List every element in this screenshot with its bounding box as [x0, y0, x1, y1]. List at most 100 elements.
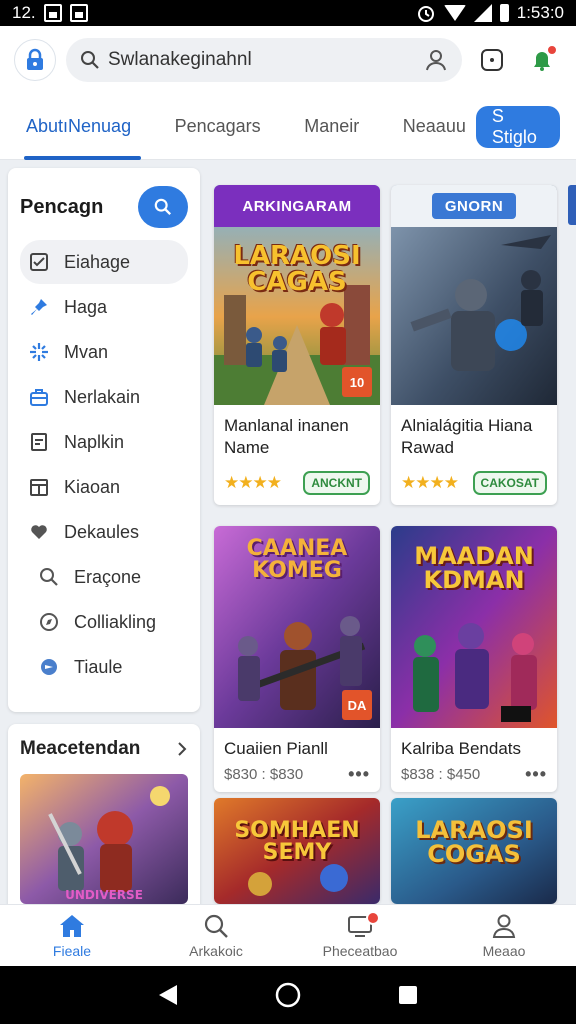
- status-clock: 1:53:0: [516, 3, 564, 22]
- nav-profile[interactable]: Meaao: [432, 905, 576, 966]
- category-item[interactable]: Haga: [20, 285, 188, 329]
- more-icon[interactable]: •••: [348, 764, 370, 785]
- game-name: Cuaiien Pianll: [224, 739, 328, 758]
- search-icon: [81, 51, 99, 69]
- notification-badge: [546, 44, 558, 56]
- tab-2[interactable]: Maneir: [294, 94, 369, 160]
- category-item[interactable]: Kiaoan: [20, 465, 188, 509]
- ribbon-icon: [38, 656, 60, 678]
- game-banner: GNORN: [432, 193, 516, 219]
- game-art-title: SOMHAEN SEMY: [234, 818, 360, 865]
- heart-icon: [28, 521, 50, 543]
- game-art: CAANEA KOMEG DA: [214, 526, 380, 728]
- category-label: Kiaoan: [64, 476, 121, 497]
- rating-stars: ★★★★: [401, 473, 459, 492]
- recents-icon[interactable]: [397, 984, 419, 1006]
- category-item[interactable]: Colliakling: [20, 600, 188, 644]
- game-art: MAADAN KDMAN: [391, 526, 557, 728]
- game-card[interactable]: SOMHAEN SEMY: [214, 798, 380, 904]
- category-label: Eiahage: [64, 251, 131, 272]
- notification-button[interactable]: [522, 40, 562, 80]
- status-time: 12.: [12, 3, 36, 22]
- rating-stars: ★★★★: [224, 473, 282, 492]
- tab-3[interactable]: Neaauu: [393, 94, 476, 160]
- notification-badge: [366, 911, 380, 925]
- category-item[interactable]: Eraçone: [20, 555, 188, 599]
- nav-home[interactable]: Fieale: [0, 905, 144, 966]
- category-item[interactable]: Eiahage: [20, 240, 188, 284]
- game-tag[interactable]: ANCKNT: [303, 471, 370, 495]
- recommended-art-text: UNDIVERSE: [65, 888, 143, 902]
- back-icon[interactable]: [157, 983, 179, 1007]
- category-item[interactable]: Mvan: [20, 330, 188, 374]
- game-banner: ARKINGARAM: [214, 185, 380, 227]
- game-name: Manlanal inanen Name: [224, 416, 349, 458]
- gallery-icon: [43, 4, 62, 22]
- nav-search[interactable]: Arkakoic: [144, 905, 288, 966]
- search-input[interactable]: [108, 49, 416, 71]
- chevron-right-icon[interactable]: [176, 741, 188, 757]
- account-icon[interactable]: [424, 48, 448, 72]
- bottom-nav: Fieale Arkakoic Pheceatbao Meaao: [0, 904, 576, 966]
- game-price: $830 : $830: [224, 766, 304, 783]
- nav-label: Fieale: [52, 942, 92, 959]
- lock-button[interactable]: [14, 39, 56, 81]
- compass-icon: [38, 611, 60, 633]
- alarm-icon: [417, 6, 434, 22]
- nav-label: Pheceatbao: [322, 942, 398, 959]
- game-art: ARKINGARAM LARAOSI CAGAS 10: [214, 185, 380, 405]
- game-art-title: LARAOSI CAGAS: [233, 241, 361, 297]
- settings-tab-button[interactable]: S Stiglo: [475, 105, 560, 148]
- home-circle-icon[interactable]: [274, 981, 302, 1009]
- game-card[interactable]: LARAOSI COGAS: [391, 798, 557, 904]
- pin-icon: [28, 296, 50, 318]
- category-label: Colliakling: [74, 611, 157, 632]
- profile-icon: [492, 914, 516, 938]
- category-item[interactable]: Dekaules: [20, 510, 188, 554]
- dice-icon: [481, 49, 503, 71]
- category-item[interactable]: Naplkin: [20, 420, 188, 464]
- game-art-title: LARAOSI COGAS: [415, 816, 533, 868]
- tab-bar: AbutıNenuag Pencagars Maneir Neaauu S St…: [0, 94, 576, 160]
- category-label: Mvan: [64, 341, 109, 362]
- game-price: $838 : $450: [401, 766, 481, 783]
- document-icon: [28, 431, 50, 453]
- checkbox-icon: [28, 251, 50, 273]
- calendar-icon: [28, 476, 50, 498]
- game-tag[interactable]: CAKOSAT: [472, 471, 547, 495]
- category-item[interactable]: Tiaule: [20, 645, 188, 689]
- category-label: Tiaule: [74, 656, 123, 677]
- game-badge: DA: [342, 690, 372, 720]
- category-item[interactable]: Nerlakain: [20, 375, 188, 419]
- game-art: GNORN: [391, 185, 557, 405]
- game-art: SOMHAEN SEMY: [214, 798, 380, 904]
- search-bar[interactable]: [66, 38, 462, 82]
- game-card[interactable]: GNORN Alnialágitia Hiana Rawad ★★★★ CAKO…: [391, 185, 557, 505]
- dice-button[interactable]: [472, 40, 512, 80]
- briefcase-icon: [28, 386, 50, 408]
- sparkle-icon: [28, 341, 50, 363]
- top-bar: [0, 26, 576, 94]
- tab-0[interactable]: AbutıNenuag: [16, 94, 142, 160]
- game-card[interactable]: MAADAN KDMAN Kalriba Bendats $838 : $450 …: [391, 526, 557, 792]
- search-icon: [154, 198, 172, 216]
- search-icon: [204, 914, 228, 938]
- next-card-edge: [568, 185, 576, 225]
- category-label: Nerlakain: [64, 386, 141, 407]
- nav-label: Meaao: [482, 942, 526, 959]
- category-label: Naplkin: [64, 431, 125, 452]
- more-icon[interactable]: •••: [525, 764, 547, 785]
- lock-icon: [27, 48, 43, 70]
- nav-library[interactable]: Pheceatbao: [288, 905, 432, 966]
- game-card[interactable]: ARKINGARAM LARAOSI CAGAS 10 Manlanal inan…: [214, 185, 380, 505]
- tab-1[interactable]: Pencagars: [165, 94, 271, 160]
- panel-search-button[interactable]: [138, 186, 188, 228]
- game-art-title: MAADAN KDMAN: [414, 542, 534, 594]
- home-icon: [60, 914, 84, 937]
- recommended-card[interactable]: Meacetendan UNDIVERSE: [8, 724, 200, 924]
- search-icon: [38, 566, 60, 588]
- game-card[interactable]: CAANEA KOMEG DA Cuaiien Pianll $830 : $83…: [214, 526, 380, 792]
- game-name: Kalriba Bendats: [401, 739, 522, 758]
- category-label: Haga: [64, 296, 108, 317]
- system-nav-bar: [0, 966, 576, 1024]
